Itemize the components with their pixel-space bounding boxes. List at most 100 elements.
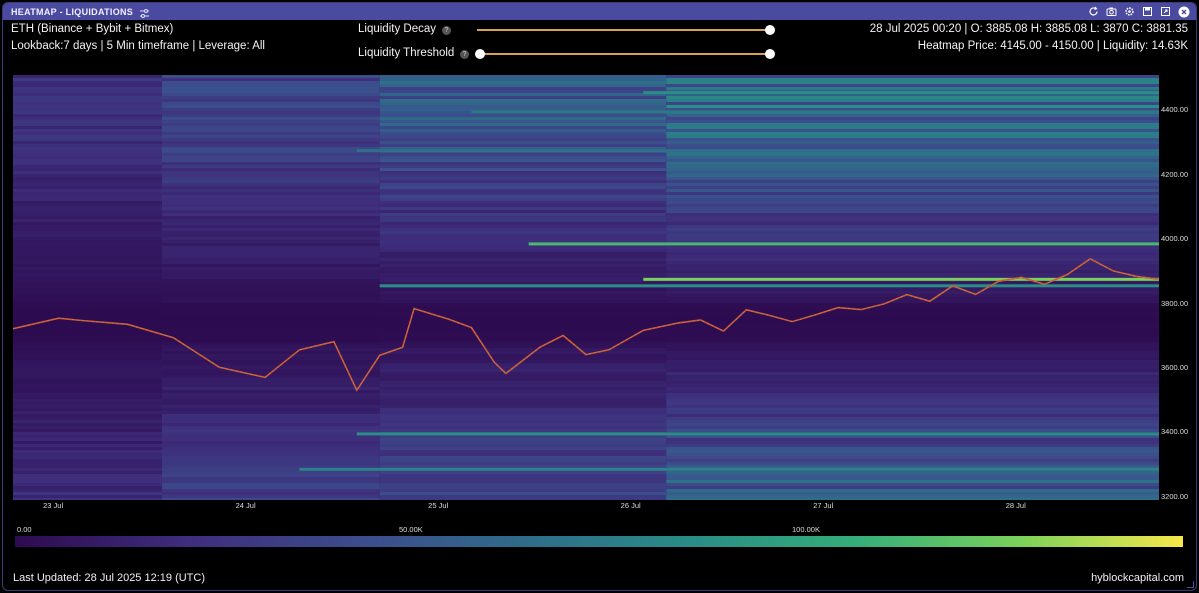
- heatmap-band: [666, 165, 1159, 168]
- heatmap-band: [666, 456, 1159, 459]
- heatmap-band: [162, 336, 380, 339]
- heatmap-band: [162, 477, 380, 480]
- liquidity-decay-label: Liquidity Decay: [358, 23, 436, 35]
- heatmap-band: [666, 345, 1159, 348]
- heatmap-band: [666, 291, 1159, 294]
- heatmap-band: [666, 444, 1159, 447]
- heatmap-band: [162, 234, 380, 237]
- expand-icon[interactable]: [1159, 5, 1172, 18]
- help-icon[interactable]: ?: [460, 50, 469, 59]
- heatmap-band: [666, 459, 1159, 462]
- heatmap-band: [379, 105, 667, 108]
- liquidity-threshold-max-handle[interactable]: [765, 49, 775, 59]
- heatmap-band: [13, 336, 162, 339]
- heatmap-band: [666, 141, 1159, 144]
- heatmap-band: [666, 462, 1159, 465]
- heatmap-band: [666, 318, 1159, 321]
- heatmap-band: [13, 495, 162, 498]
- heatmap-band: [13, 438, 162, 441]
- heatmap-band: [162, 357, 380, 360]
- heatmap-band: [666, 78, 1159, 81]
- heatmap-band: [13, 417, 162, 420]
- heatmap-band: [379, 315, 667, 318]
- heatmap-band: [379, 396, 667, 399]
- save-icon[interactable]: [1141, 5, 1154, 18]
- heatmap-band: [162, 315, 380, 318]
- help-icon[interactable]: ?: [442, 26, 451, 35]
- heatmap-band: [379, 423, 667, 426]
- resize-handle[interactable]: [1187, 581, 1194, 588]
- camera-icon[interactable]: [1105, 5, 1118, 18]
- liquidity-decay-handle[interactable]: [765, 25, 775, 35]
- heatmap-band: [666, 288, 1159, 291]
- gear-icon[interactable]: [1123, 5, 1136, 18]
- heatmap-band: [666, 171, 1159, 174]
- heatmap-band: [379, 132, 667, 135]
- heatmap-band: [162, 309, 380, 312]
- heatmap-band: [13, 459, 162, 462]
- sliders-icon[interactable]: [139, 6, 150, 18]
- heatmap-band: [162, 345, 380, 348]
- liquidity-threshold-slider[interactable]: [480, 53, 769, 55]
- heatmap-band: [379, 378, 667, 381]
- heatmap-band: [13, 291, 162, 294]
- heatmap-band: [379, 273, 667, 276]
- heatmap-band: [13, 420, 162, 423]
- heatmap-band: [162, 249, 380, 252]
- liquidity-decay-slider[interactable]: [477, 29, 769, 31]
- heatmap-band: [666, 252, 1159, 255]
- heatmap-band: [666, 132, 1159, 135]
- heatmap-band: [162, 192, 380, 195]
- heatmap-band: [162, 141, 380, 144]
- heatmap-band: [666, 465, 1159, 468]
- heatmap-band: [666, 267, 1159, 270]
- heatmap-band: [13, 456, 162, 459]
- heatmap-band: [162, 288, 380, 291]
- heatmap-band: [162, 360, 380, 363]
- widget-title: HEATMAP - LIQUIDATIONS: [11, 6, 134, 17]
- heatmap-band: [379, 429, 667, 432]
- heatmap-band: [666, 102, 1159, 105]
- heatmap-band: [379, 492, 667, 495]
- heatmap-band: [162, 465, 380, 468]
- brand-link[interactable]: hyblockcapital.com: [1091, 572, 1184, 584]
- heatmap-band: [379, 483, 667, 486]
- heatmap-band: [379, 372, 667, 375]
- heatmap-band: [666, 387, 1159, 390]
- heatmap-band: [13, 363, 162, 366]
- liquidity-band: [528, 242, 1159, 246]
- heatmap-band: [13, 90, 162, 93]
- heatmap-band: [162, 279, 380, 282]
- heatmap-band: [13, 288, 162, 291]
- heatmap-band: [13, 447, 162, 450]
- heatmap-band: [13, 357, 162, 360]
- heatmap-band: [379, 447, 667, 450]
- heatmap-band: [162, 306, 380, 309]
- heatmap-band: [666, 309, 1159, 312]
- liquidation-heatmap[interactable]: [13, 75, 1159, 500]
- heatmap-band: [13, 75, 162, 78]
- heatmap-band: [13, 492, 162, 495]
- heatmap-band: [13, 435, 162, 438]
- y-tick-label: 3400.00: [1161, 427, 1189, 437]
- heatmap-band: [162, 105, 380, 108]
- heatmap-plot: [13, 75, 1159, 500]
- refresh-icon[interactable]: [1087, 5, 1100, 18]
- close-icon[interactable]: [1177, 5, 1190, 18]
- heatmap-band: [162, 339, 380, 342]
- heatmap-band: [13, 189, 162, 192]
- heatmap-band: [13, 87, 162, 90]
- heatmap-band: [162, 330, 380, 333]
- heatmap-band: [379, 234, 667, 237]
- heatmap-band: [162, 327, 380, 330]
- heatmap-band: [162, 252, 380, 255]
- liquidity-threshold-min-handle[interactable]: [475, 49, 485, 59]
- heatmap-band: [666, 159, 1159, 162]
- heatmap-band: [666, 183, 1159, 186]
- heatmap-band: [666, 378, 1159, 381]
- heatmap-band: [379, 474, 667, 477]
- heatmap-band: [379, 486, 667, 489]
- x-tick-label: 23 Jul: [43, 501, 64, 510]
- heatmap-band: [379, 471, 667, 474]
- heatmap-band: [379, 435, 667, 438]
